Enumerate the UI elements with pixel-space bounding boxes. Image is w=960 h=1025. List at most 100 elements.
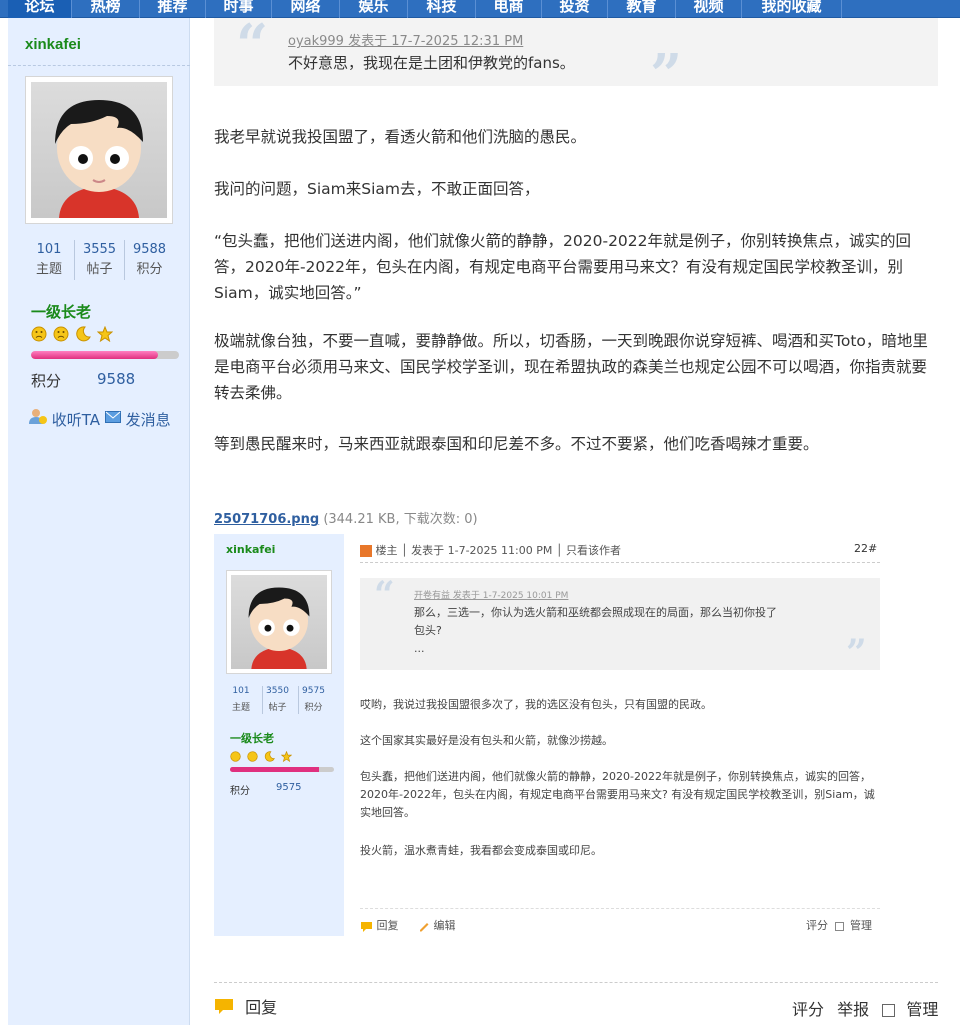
post-footer-actions: 评分 举报 管理 bbox=[792, 996, 938, 1020]
shot-paragraph: 投火箭，温水煮青蛙，我看都会变成泰国或印尼。 bbox=[360, 844, 602, 857]
shot-reply-label: 回复 bbox=[376, 919, 399, 932]
level-progress-bar bbox=[31, 351, 179, 359]
shot-avatar bbox=[226, 570, 332, 674]
attachment-filename-link[interactable]: 25071706.png bbox=[214, 512, 319, 527]
shot-medals bbox=[230, 747, 293, 766]
shot-post-header: 楼主 │ 发表于 1-7-2025 11:00 PM │ 只看该作者 bbox=[360, 542, 621, 558]
stat-posts[interactable]: 3555 帖子 bbox=[74, 240, 124, 280]
points-value: 9588 bbox=[97, 370, 136, 388]
sad-face-icon bbox=[230, 751, 241, 762]
shot-quote-author: 开卷有益 发表于 1-7-2025 10:01 PM bbox=[414, 591, 569, 601]
manage-checkbox[interactable] bbox=[882, 1004, 896, 1017]
shot-user-sidebar: xinkafei 101 主题 3550 帖子 9575 积分 一级长老 积分 … bbox=[214, 534, 344, 936]
stat-points[interactable]: 9588 积分 bbox=[124, 240, 174, 280]
quote-close-icon: ” bbox=[650, 42, 683, 108]
shot-post-header-text: 楼主 │ 发表于 1-7-2025 11:00 PM │ 只看该作者 bbox=[375, 544, 621, 557]
shot-avatar-image bbox=[231, 575, 327, 669]
nav-tab-education[interactable]: 教育 bbox=[608, 0, 676, 18]
shot-quote-line: 那么，三选一，你认为选火箭和巫统都会照成现在的局面，那么当初你投了 bbox=[414, 606, 777, 619]
quote-author-link[interactable]: oyak999 发表于 17-7-2025 12:31 PM bbox=[288, 30, 523, 49]
stat-posts-label: 帖子 bbox=[86, 262, 113, 277]
level-progress-fill bbox=[31, 351, 159, 359]
shot-level-progress-fill bbox=[230, 767, 320, 772]
nav-tab-video[interactable]: 视频 bbox=[676, 0, 742, 18]
shot-user-rank: 一级长老 bbox=[230, 732, 274, 745]
op-icon bbox=[360, 545, 372, 557]
nav-tab-entertainment[interactable]: 娱乐 bbox=[340, 0, 408, 18]
shot-floor-number: 22# bbox=[854, 542, 878, 555]
follow-button[interactable]: 收听TA bbox=[29, 409, 105, 429]
shot-manage-label: 管理 bbox=[850, 919, 872, 932]
post-paragraph: 我问的问题，Siam来Siam去，不敢正面回答， bbox=[214, 180, 540, 198]
reply-button[interactable]: 回复 bbox=[214, 994, 277, 1018]
star-icon bbox=[97, 326, 114, 342]
post-paragraph: 极端就像台独，不要一直喊，要静静做。所以，切香肠，一天到晚跟你说穿短裤、喝酒和买… bbox=[214, 332, 928, 402]
report-link[interactable]: 举报 bbox=[837, 1000, 869, 1019]
moon-icon bbox=[76, 326, 92, 342]
avatar[interactable] bbox=[25, 76, 173, 224]
nav-tab-forum[interactable]: 论坛 bbox=[8, 0, 72, 18]
shot-stat-topics: 101 主题 bbox=[226, 686, 256, 714]
shot-points-label: 积分 bbox=[230, 786, 250, 797]
avatar-image bbox=[31, 82, 167, 218]
stat-topics-value: 101 bbox=[36, 242, 62, 257]
shot-level-progress-bar bbox=[230, 767, 334, 772]
stat-points-value: 9588 bbox=[132, 242, 167, 257]
nav-tab-favorites[interactable]: 我的收藏 bbox=[742, 0, 842, 18]
top-nav: 论坛 热榜 推荐 时事 网络 娱乐 科技 电商 投资 教育 视频 我的收藏 bbox=[0, 0, 960, 18]
shot-stat-value: 9575 bbox=[302, 686, 325, 696]
shot-username: xinkafei bbox=[226, 543, 276, 556]
stat-topics[interactable]: 101 主题 bbox=[24, 240, 74, 280]
shot-stat-label: 帖子 bbox=[268, 703, 287, 713]
nav-tab-internet[interactable]: 网络 bbox=[272, 0, 340, 18]
sad-face-icon bbox=[247, 751, 258, 762]
attachment-image[interactable]: xinkafei 101 主题 3550 帖子 9575 积分 一级长老 积分 … bbox=[214, 534, 908, 936]
stat-points-label: 积分 bbox=[136, 262, 163, 277]
medals bbox=[31, 326, 114, 344]
username-link[interactable]: xinkafei bbox=[25, 36, 81, 53]
message-label: 发消息 bbox=[125, 410, 171, 429]
shot-quote-close-icon: ” bbox=[846, 632, 867, 674]
star-icon bbox=[281, 751, 293, 762]
user-sidebar: xinkafei 101 主题 3555 帖子 9588 积分 一级长老 积分 … bbox=[8, 18, 190, 1025]
shot-quote-block: “ 开卷有益 发表于 1-7-2025 10:01 PM 那么，三选一，你认为选… bbox=[360, 574, 880, 674]
shot-edit-label: 编辑 bbox=[433, 919, 456, 932]
stat-topics-label: 主题 bbox=[35, 262, 62, 277]
nav-tab-hot[interactable]: 热榜 bbox=[72, 0, 140, 18]
shot-paragraph: 包头蠢，把他们送进内阁，他们就像火箭的静静，2020-2022年就是例子，你别转… bbox=[360, 770, 875, 819]
attachment-meta: (344.21 KB, 下载次数: 0) bbox=[323, 512, 478, 527]
nav-tab-investment[interactable]: 投资 bbox=[542, 0, 608, 18]
post-paragraph: “包头蠢，把他们送进内阁，他们就像火箭的静静，2020-2022年就是例子，你别… bbox=[214, 232, 912, 302]
shot-points-row: 积分 9575 bbox=[230, 782, 301, 797]
shot-footer-right: 评分 管理 bbox=[806, 917, 872, 933]
rate-link[interactable]: 评分 bbox=[792, 1000, 824, 1019]
post-footer-divider bbox=[214, 982, 938, 983]
user-rank[interactable]: 一级长老 bbox=[31, 301, 91, 322]
avatar-illustration bbox=[55, 100, 143, 218]
reply-label: 回复 bbox=[245, 998, 278, 1017]
post-paragraph: 我老早就说我投国盟了，看透火箭和他们洗脑的愚民。 bbox=[214, 128, 587, 146]
manage-label[interactable]: 管理 bbox=[906, 1000, 938, 1019]
shot-paragraph: 哎哟，我说过我投国盟很多次了，我的选区没有包头，只有国盟的民政。 bbox=[360, 698, 712, 711]
shot-stat-value: 3550 bbox=[266, 686, 289, 696]
shot-divider bbox=[360, 562, 880, 563]
post-paragraph: 等到愚民醒来时，马来西亚就跟泰国和印尼差不多。不过不要紧，他们吃香喝辣才重要。 bbox=[214, 435, 819, 453]
user-actions: 收听TA 发消息 bbox=[29, 408, 171, 430]
nav-tab-ecommerce[interactable]: 电商 bbox=[476, 0, 542, 18]
nav-tab-recommend[interactable]: 推荐 bbox=[140, 0, 206, 18]
shot-stat-posts: 3550 帖子 bbox=[262, 686, 292, 714]
reply-icon bbox=[215, 999, 233, 1014]
envelope-icon bbox=[104, 410, 121, 423]
shot-manage-checkbox bbox=[834, 921, 844, 931]
shot-stat-value: 101 bbox=[232, 686, 250, 696]
shot-quote-open-icon: “ bbox=[374, 574, 395, 616]
shot-quote-line: 包头? bbox=[414, 624, 442, 637]
points-row: 积分 9588 bbox=[31, 370, 135, 391]
sad-face-icon bbox=[31, 326, 47, 342]
shot-quote-line: ... bbox=[414, 642, 425, 655]
quote-text: 不好意思，我现在是土团和伊教党的fans。 bbox=[288, 54, 575, 72]
nav-tab-tech[interactable]: 科技 bbox=[408, 0, 476, 18]
message-button[interactable]: 发消息 bbox=[104, 410, 171, 429]
points-label: 积分 bbox=[31, 372, 62, 390]
quote-open-icon: “ bbox=[236, 12, 269, 78]
